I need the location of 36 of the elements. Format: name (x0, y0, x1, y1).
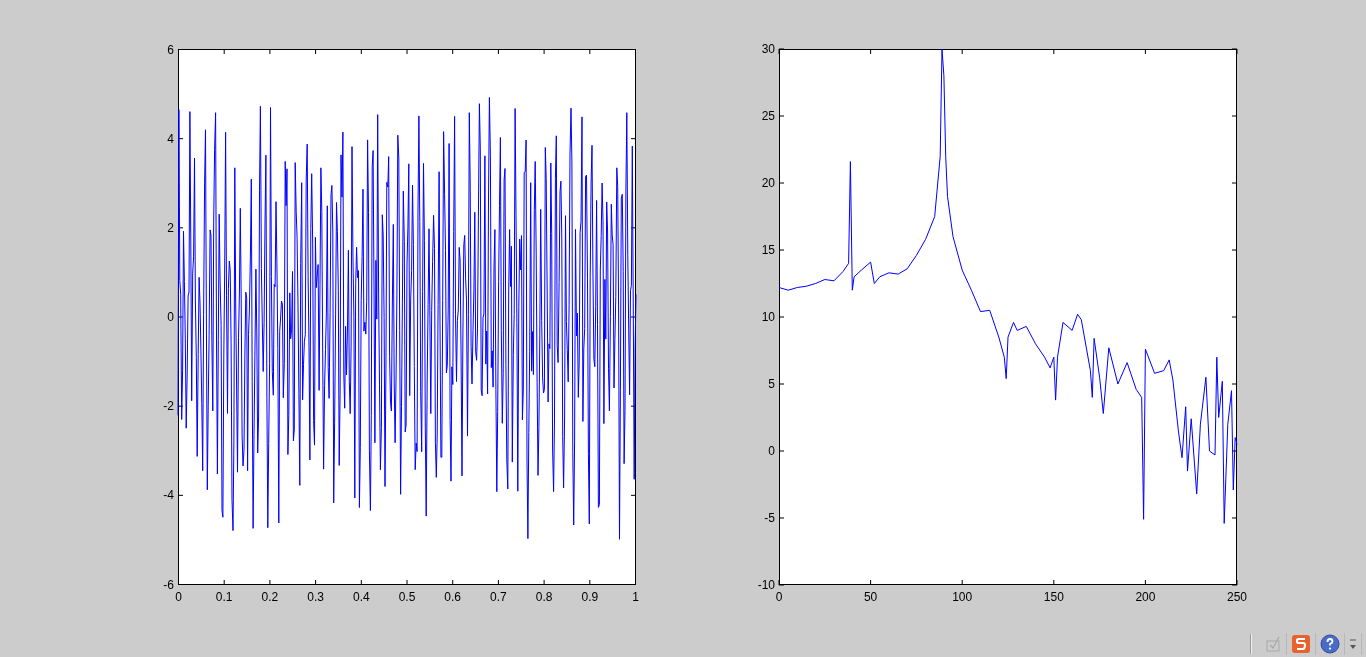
x-tick-label: 1 (632, 590, 639, 604)
y-tick-label: -6 (163, 577, 174, 592)
s-logo-icon[interactable] (1291, 634, 1311, 654)
help-icon[interactable] (1320, 634, 1340, 654)
y-tick-label: 25 (761, 109, 775, 123)
checkbox-icon[interactable] (1264, 635, 1282, 653)
y-tick-label: -2 (163, 399, 174, 414)
x-tick-label: 0.6 (444, 590, 462, 604)
x-tick-label: 0.3 (307, 590, 324, 604)
x-tick-label: 200 (1135, 590, 1156, 604)
x-tick-label: 0.7 (490, 590, 507, 604)
y-tick-label: 0 (768, 444, 775, 458)
y-tick-label: 4 (167, 131, 174, 146)
x-tick-label: 0 (775, 590, 783, 604)
x-tick-label: 0 (175, 590, 182, 604)
y-tick-label: 15 (761, 243, 775, 257)
x-tick-label: 250 (1227, 590, 1247, 604)
x-tick-label: 0.9 (581, 590, 599, 604)
y-tick-label: 0 (167, 310, 174, 324)
y-tick-label: -10 (757, 578, 775, 592)
y-tick-label: 10 (761, 310, 775, 324)
x-tick-label: 0.4 (352, 590, 370, 604)
y-tick-label: 2 (167, 220, 174, 235)
x-tick-label: 0.2 (261, 590, 279, 604)
y-tick-label: -5 (764, 511, 775, 525)
x-tick-label: 50 (863, 590, 878, 604)
y-tick-label: 20 (761, 176, 775, 190)
x-tick-label: 0.1 (215, 590, 233, 604)
y-tick-label: 5 (768, 377, 775, 391)
y-tick-label: 6 (167, 42, 174, 57)
y-tick-label: -4 (163, 488, 174, 503)
x-tick-label: 100 (952, 590, 973, 604)
y-tick-label: 30 (761, 42, 775, 56)
x-tick-label: 0.8 (535, 590, 553, 604)
x-tick-label: 0.5 (398, 590, 416, 604)
x-tick-label: 150 (1043, 590, 1064, 604)
